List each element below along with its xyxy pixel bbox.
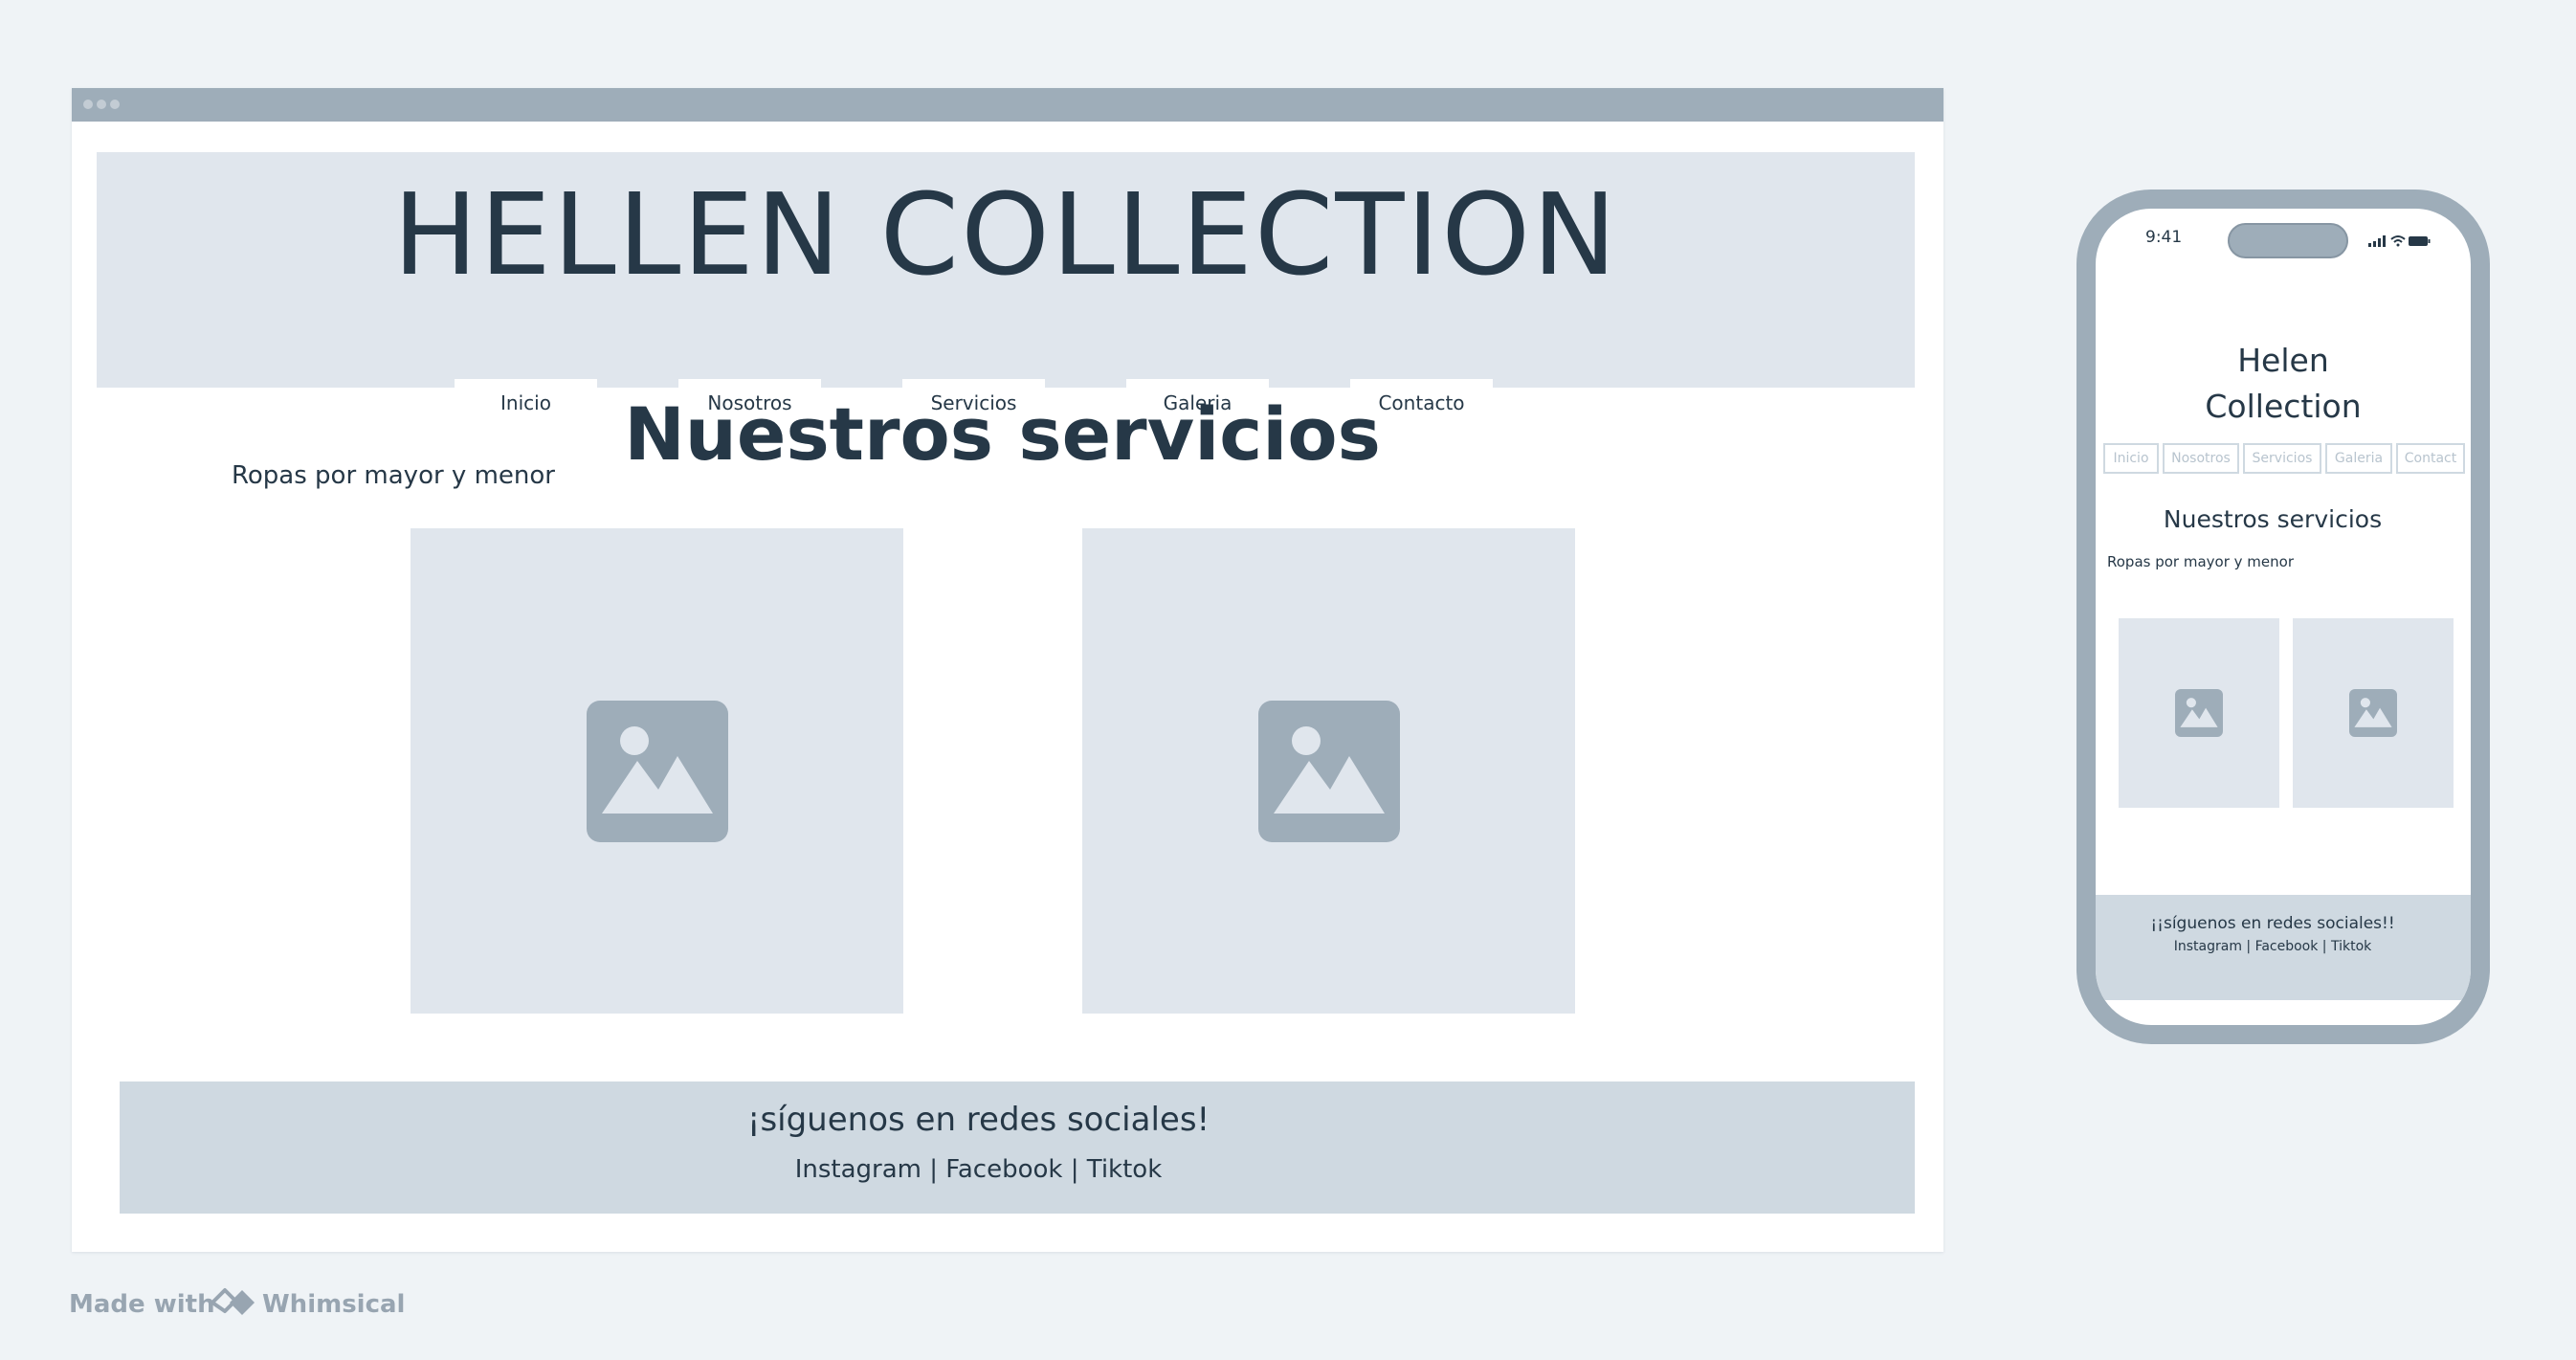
status-time: 9:41	[2145, 228, 2183, 247]
whimsical-logo-icon	[211, 1288, 255, 1315]
footer-heading: ¡síguenos en redes sociales!	[746, 1101, 1210, 1139]
signal-icon	[2368, 235, 2386, 247]
image-placeholder-icon	[2349, 689, 2397, 737]
image-placeholder-icon	[1257, 700, 1400, 842]
mobile-services-tagline: Ropas por mayor y menor	[2107, 553, 2294, 570]
services-tagline: Ropas por mayor y menor	[232, 461, 555, 490]
social-links[interactable]: Instagram | Facebook | Tiktok	[120, 1155, 1837, 1184]
mobile-nav-inicio[interactable]: Inicio	[2103, 443, 2159, 474]
mobile-site-title: Helen Collection	[2096, 338, 2471, 430]
mobile-footer: ¡¡síguenos en redes sociales!! Instagram…	[2096, 895, 2471, 1000]
image-placeholder	[411, 528, 903, 1014]
window-dot	[83, 100, 93, 109]
mobile-footer-heading: ¡¡síguenos en redes sociales!!	[2150, 914, 2395, 933]
window-dot	[97, 100, 106, 109]
mobile-nav-nosotros[interactable]: Nosotros	[2163, 443, 2239, 474]
whimsical-brand[interactable]: Whimsical	[262, 1290, 405, 1319]
dynamic-island	[2228, 223, 2348, 258]
made-with-label: Made with	[69, 1290, 215, 1319]
mobile-social-links[interactable]: Instagram | Facebook | Tiktok	[2096, 939, 2450, 954]
title-line: Collection	[2205, 388, 2362, 425]
image-placeholder	[2293, 618, 2454, 808]
site-title: HELLEN COLLECTION	[392, 168, 1619, 301]
desktop-browser-frame: HELLEN COLLECTION Inicio Nosotros Servic…	[72, 88, 1943, 1252]
title-line: Helen	[2237, 342, 2329, 379]
mobile-nav-galeria[interactable]: Galeria	[2325, 443, 2392, 474]
image-placeholder	[1082, 528, 1575, 1014]
mobile-nav-servicios[interactable]: Servicios	[2243, 443, 2321, 474]
window-dot	[110, 100, 120, 109]
mobile-services-heading: Nuestros servicios	[2163, 505, 2383, 533]
mobile-nav-contact[interactable]: Contact	[2396, 443, 2465, 474]
battery-icon	[2409, 236, 2431, 246]
image-placeholder-icon	[2175, 689, 2223, 737]
mobile-phone-frame: 9:41 Helen Collection Inicio Nosotros Se…	[2076, 190, 2490, 1044]
status-icons	[2368, 235, 2431, 247]
image-placeholder	[2119, 618, 2279, 808]
hero-header: HELLEN COLLECTION Inicio Nosotros Servic…	[97, 152, 1915, 427]
image-placeholder-icon	[586, 700, 728, 842]
wifi-icon	[2390, 235, 2406, 247]
footer: ¡síguenos en redes sociales! Instagram |…	[120, 1081, 1915, 1214]
browser-title-bar	[72, 88, 1943, 122]
